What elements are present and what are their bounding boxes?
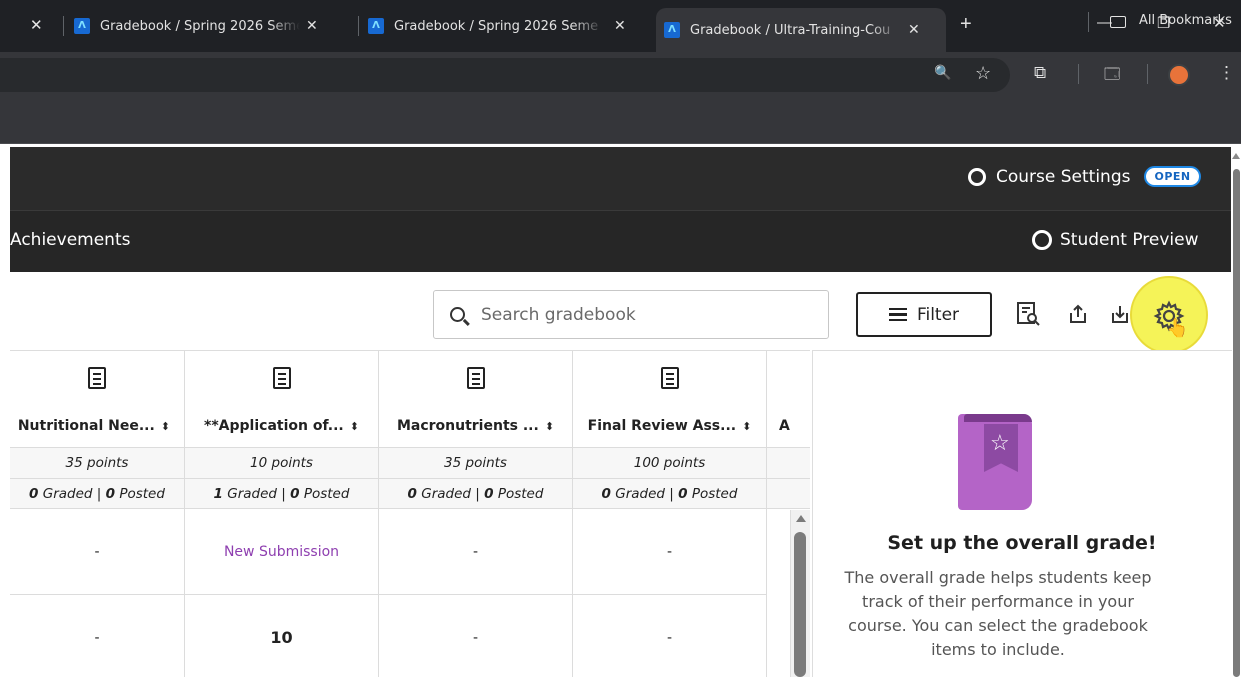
pointer-hand-icon: 👆 (1166, 318, 1189, 338)
graded-cell: 0 Graded | 0 Posted (10, 479, 184, 509)
bookmarks-bar (0, 98, 1241, 144)
student-preview-icon (1032, 230, 1052, 250)
search-input[interactable] (481, 304, 811, 325)
scrollbar-thumb[interactable] (1233, 169, 1240, 677)
column-title: Final Review Ass... (587, 418, 737, 434)
browser-tab-2[interactable]: Λ Gradebook / Spring 2026 Seme ✕ (360, 8, 626, 44)
browser-tab-active[interactable]: Λ Gradebook / Ultra-Training-Cou ✕ (656, 8, 946, 52)
points-cell: 100 points (573, 447, 766, 479)
all-bookmarks-link[interactable]: All Bookmarks (1139, 13, 1232, 28)
column-title: Macronutrients ... (396, 418, 539, 434)
graded-cell (767, 479, 810, 509)
column-nutritional: Nutritional Nee... ⬍ 35 points 0 Graded |… (10, 351, 185, 677)
bookmark-star-icon[interactable]: ☆ (975, 63, 991, 84)
favicon-icon: Λ (74, 18, 90, 34)
assignment-icon (10, 367, 184, 389)
tab-close-icon[interactable]: ✕ (306, 18, 318, 34)
gear-icon (968, 167, 986, 186)
profile-avatar[interactable] (1168, 64, 1190, 86)
points-cell: 35 points (10, 447, 184, 479)
graded-cell: 0 Graded | 0 Posted (379, 479, 572, 509)
grade-cell[interactable]: - (379, 509, 572, 595)
filter-icon (888, 307, 907, 322)
table-scrollbar[interactable] (790, 510, 810, 677)
browser-toolbar (0, 52, 1241, 98)
assignment-icon (379, 367, 572, 389)
tab-title: Gradebook / Spring 2026 Seme (394, 18, 599, 34)
column-header[interactable]: **Application of... ⬍ (185, 405, 378, 447)
scroll-up-icon[interactable] (796, 515, 806, 522)
tab-separator (358, 16, 359, 36)
grade-cell[interactable]: - (573, 509, 766, 595)
toolbar-separator (1078, 64, 1079, 84)
search-box[interactable] (433, 290, 829, 339)
column-final-review: Final Review Ass... ⬍ 100 points 0 Graded… (573, 351, 767, 677)
points-cell (767, 447, 810, 479)
graded-cell: 1 Graded | 0 Posted (185, 479, 378, 509)
assignment-icon (573, 367, 766, 389)
sort-icon[interactable]: ⬍ (161, 420, 170, 433)
grade-cell[interactable]: - (573, 595, 766, 677)
column-application: **Application of... ⬍ 10 points 1 Graded … (185, 351, 379, 677)
zoom-icon[interactable]: 🔍 (934, 64, 951, 81)
tab-title: Gradebook / Spring 2026 Seme (100, 18, 300, 34)
column-header[interactable]: Final Review Ass... ⬍ (573, 405, 766, 447)
bookmarks-separator (1088, 12, 1089, 32)
new-submission-link[interactable]: New Submission (185, 509, 378, 595)
course-settings-label: Course Settings (996, 166, 1131, 187)
favicon-icon: Λ (664, 22, 680, 38)
reading-mode-icon[interactable]: 🗔 (1104, 64, 1120, 89)
screen: ✕ Λ Gradebook / Spring 2026 Seme ✕ Λ Gra… (0, 0, 1241, 677)
browser-menu-icon[interactable]: ⋮ (1218, 63, 1235, 83)
tab-separator (63, 16, 64, 36)
toolbar-separator (1147, 64, 1148, 84)
course-settings-button[interactable]: Course Settings OPEN (968, 166, 1201, 187)
book-star-icon: ☆ (958, 414, 1032, 510)
sort-icon[interactable]: ⬍ (545, 420, 554, 433)
scroll-up-icon[interactable] (1232, 153, 1240, 159)
grade-cell[interactable]: - (379, 595, 572, 677)
new-tab-icon[interactable]: + (960, 13, 972, 36)
column-title: **Application of... (204, 418, 344, 434)
nav-item-achievements[interactable]: Achievements (10, 230, 130, 250)
sort-icon[interactable]: ⬍ (742, 420, 751, 433)
tab-close-icon[interactable]: ✕ (614, 18, 626, 34)
column-header[interactable]: A (767, 405, 810, 447)
report-icon[interactable] (1014, 300, 1042, 328)
grade-cell[interactable]: - (10, 509, 184, 595)
points-cell: 10 points (185, 447, 378, 479)
grade-cell[interactable]: 10 (185, 595, 378, 677)
filter-label: Filter (916, 304, 960, 325)
column-header[interactable]: Nutritional Nee... ⬍ (10, 405, 184, 447)
overall-grade-description: The overall grade helps students keep tr… (844, 568, 1152, 659)
assignment-icon (185, 367, 378, 389)
address-bar[interactable] (0, 58, 1010, 92)
column-title: Nutritional Nee... (17, 418, 155, 434)
favicon-icon: Λ (368, 18, 384, 34)
tab-title: Gradebook / Ultra-Training-Cou (690, 22, 891, 38)
filter-button[interactable]: Filter (856, 292, 992, 337)
extensions-icon[interactable]: ⧉ (1034, 63, 1046, 83)
sort-icon[interactable]: ⬍ (350, 420, 359, 433)
column-header[interactable]: Macronutrients ... ⬍ (379, 405, 572, 447)
page-scrollbar[interactable] (1232, 147, 1241, 677)
upload-icon[interactable] (1064, 300, 1092, 328)
gradebook-table: Nutritional Nee... ⬍ 35 points 0 Graded |… (10, 350, 810, 677)
student-preview-button[interactable]: Student Preview (1032, 230, 1199, 250)
browser-tab-1[interactable]: Λ Gradebook / Spring 2026 Seme ✕ (66, 8, 318, 44)
search-icon (450, 307, 465, 322)
scrollbar-thumb[interactable] (794, 532, 806, 677)
grade-cell[interactable]: - (10, 595, 184, 677)
tab-close-icon[interactable]: ✕ (30, 16, 43, 34)
column-macronutrients: Macronutrients ... ⬍ 35 points 0 Graded |… (379, 351, 573, 677)
folder-icon (1110, 16, 1126, 28)
overall-grade-title: Set up the overall grade! (887, 532, 1157, 554)
graded-cell: 0 Graded | 0 Posted (573, 479, 766, 509)
student-preview-label: Student Preview (1060, 230, 1199, 250)
points-cell: 35 points (379, 447, 572, 479)
status-badge: OPEN (1144, 166, 1201, 187)
tab-close-icon[interactable]: ✕ (908, 22, 920, 38)
